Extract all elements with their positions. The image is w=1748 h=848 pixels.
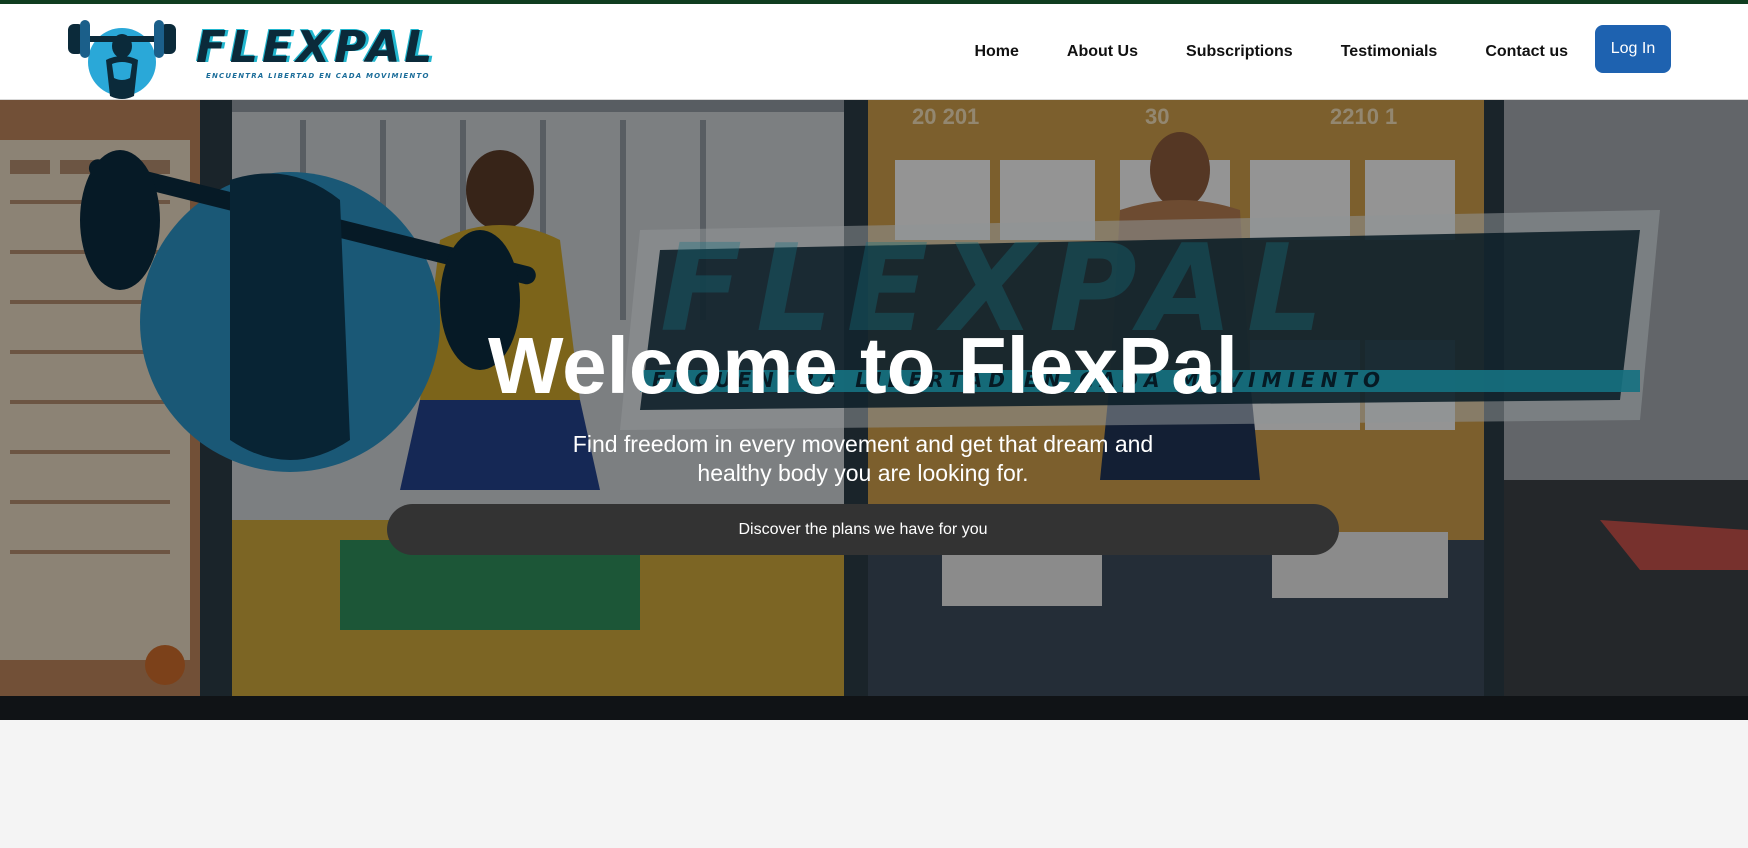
nav-home[interactable]: Home	[974, 42, 1018, 62]
nav-testimonials[interactable]: Testimonials	[1341, 42, 1438, 62]
nav-subscriptions[interactable]: Subscriptions	[1186, 42, 1293, 62]
weightlifter-emblem-icon	[68, 20, 176, 99]
nav-contact-us[interactable]: Contact us	[1485, 42, 1568, 62]
login-button[interactable]: Log In	[1595, 25, 1671, 73]
navbar: FLEXPAL Encuentra libertad en cada movim…	[0, 4, 1748, 100]
logo-wordmark: FLEXPAL	[196, 22, 437, 73]
main-nav: Home About Us Subscriptions Testimonials…	[926, 42, 1568, 62]
discover-plans-button[interactable]: Discover the plans we have for you	[387, 504, 1339, 555]
hero-overlay	[0, 100, 1748, 720]
hero-title: Welcome to FlexPal	[488, 321, 1238, 410]
nav-about-us[interactable]: About Us	[1067, 42, 1138, 62]
site-logo[interactable]: FLEXPAL Encuentra libertad en cada movim…	[66, 12, 446, 104]
logo-tagline: Encuentra libertad en cada movimiento	[206, 72, 430, 80]
hero-subtitle: Find freedom in every movement and get t…	[572, 431, 1154, 486]
hero-section: 20 201 30 2210 1 FLEXPAL ENCUENTRA LIBER…	[0, 100, 1748, 720]
